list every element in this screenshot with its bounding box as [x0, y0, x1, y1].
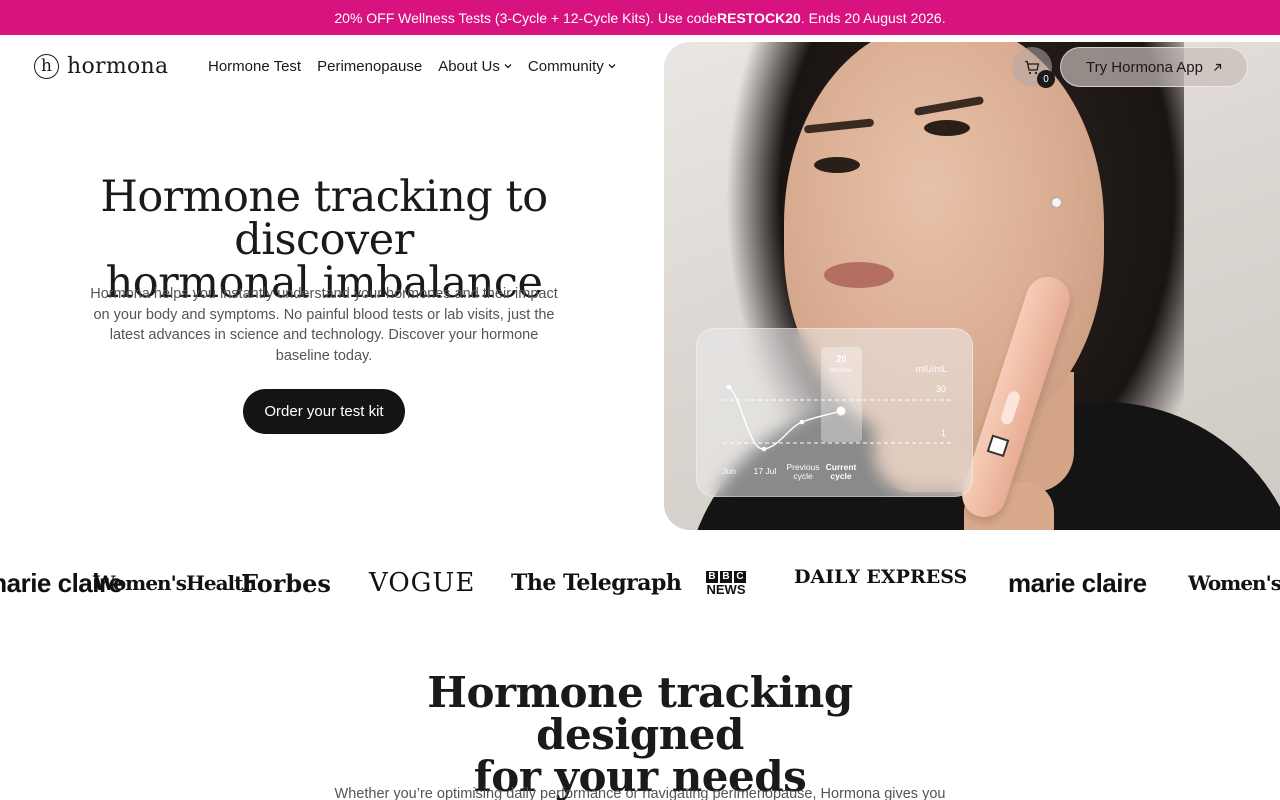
press-logo-vogue: VOGUE: [369, 568, 476, 598]
chart-x-label: 17 Jul: [754, 466, 777, 476]
hero-subtitle: Hormona helps you instantly understand y…: [90, 286, 558, 364]
nav-item-about-us[interactable]: About Us: [438, 56, 512, 76]
arrow-up-right-icon: [1214, 63, 1222, 71]
promo-banner[interactable]: 20% OFF Wellness Tests (3-Cycle + 12-Cyc…: [0, 0, 1280, 35]
press-logo-womens-health: Women'sHealth: [93, 571, 257, 595]
press-logo-telegraph: The Telegraph: [511, 570, 682, 596]
promo-text-after: . Ends 20 August 2026.: [800, 9, 946, 26]
press-logos-strip: marie claire Women'sHealth Forbes VOGUE …: [0, 556, 1280, 610]
hero-photo-earring: [1052, 198, 1061, 207]
hero-image: 20 mIU/mL mIU/mL 30 1 Jun 17 Jul Previou…: [664, 42, 1280, 530]
hero-photo-eye: [924, 120, 970, 136]
nav-item-label: Community: [527, 57, 604, 75]
cart-icon: [1025, 60, 1040, 74]
test-stick-qr: [986, 434, 1010, 458]
section-title-line1: Hormone tracking designed: [427, 668, 853, 759]
hormona-logo-icon: [34, 54, 59, 79]
chevron-down-icon: [504, 64, 512, 69]
section-subtitle: Whether you’re optimising daily performa…: [334, 786, 946, 800]
nav-item-community[interactable]: Community: [528, 56, 616, 76]
nav-item-label: About Us: [438, 57, 500, 75]
nav-item-hormone-test[interactable]: Hormone Test: [208, 56, 301, 76]
hero-photo-eye: [814, 157, 860, 173]
chevron-down-icon: [608, 64, 616, 69]
chart-y-tick: 30: [936, 384, 946, 394]
chart-point-current: [836, 406, 846, 416]
nav-item-label: Hormone Test: [208, 57, 302, 75]
chart-tooltip-value: 20: [836, 354, 846, 364]
chart-unit-label: mIU/mL: [916, 364, 948, 374]
press-logo-forbes: Forbes: [241, 568, 331, 598]
cart-count-badge: 0: [1037, 70, 1055, 88]
promo-code: RESTOCK20: [717, 9, 801, 26]
brand-logo[interactable]: hormona: [34, 54, 168, 79]
chart-y-tick: 1: [941, 428, 946, 438]
press-logo-marie-claire: marie claire: [1008, 567, 1147, 598]
chart-x-label-line2: cycle: [793, 471, 813, 481]
nav-item-label: Perimenopause: [317, 57, 423, 75]
test-stick-window: [999, 389, 1022, 426]
nav-item-perimenopause[interactable]: Perimenopause: [317, 56, 422, 76]
chart-point: [761, 446, 767, 452]
hormone-chart-card: 20 mIU/mL mIU/mL 30 1 Jun 17 Jul Previou…: [696, 328, 973, 497]
hero-title-line1: Hormone tracking to discover: [100, 172, 548, 265]
press-logo-womens-health: Women'sHealth: [1188, 571, 1280, 595]
try-app-label: Try Hormona App: [1086, 58, 1203, 76]
hormone-chart: 20 mIU/mL mIU/mL 30 1 Jun 17 Jul Previou…: [722, 347, 951, 481]
press-logo-bbc-news: B B C NEWS: [706, 570, 746, 597]
chart-tooltip-unit: mIU/mL: [830, 367, 853, 374]
hero-photo-lips: [824, 262, 894, 288]
promo-text-before: 20% OFF Wellness Tests (3-Cycle + 12-Cyc…: [334, 9, 718, 26]
press-logo-daily-express: DAILY EXPRESS: [794, 566, 968, 588]
chart-x-label: Jun: [722, 466, 736, 476]
chart-point: [726, 384, 732, 390]
chart-point: [799, 419, 805, 425]
main-nav: Hormone Test Perimenopause About Us Comm…: [208, 56, 616, 76]
try-app-button[interactable]: Try Hormona App: [1060, 47, 1248, 87]
brand-name: hormona: [67, 54, 169, 79]
order-test-kit-button[interactable]: Order your test kit: [243, 389, 405, 434]
section-title: Hormone tracking designed for your needs: [340, 672, 940, 798]
chart-x-label-line2: cycle: [830, 471, 852, 481]
